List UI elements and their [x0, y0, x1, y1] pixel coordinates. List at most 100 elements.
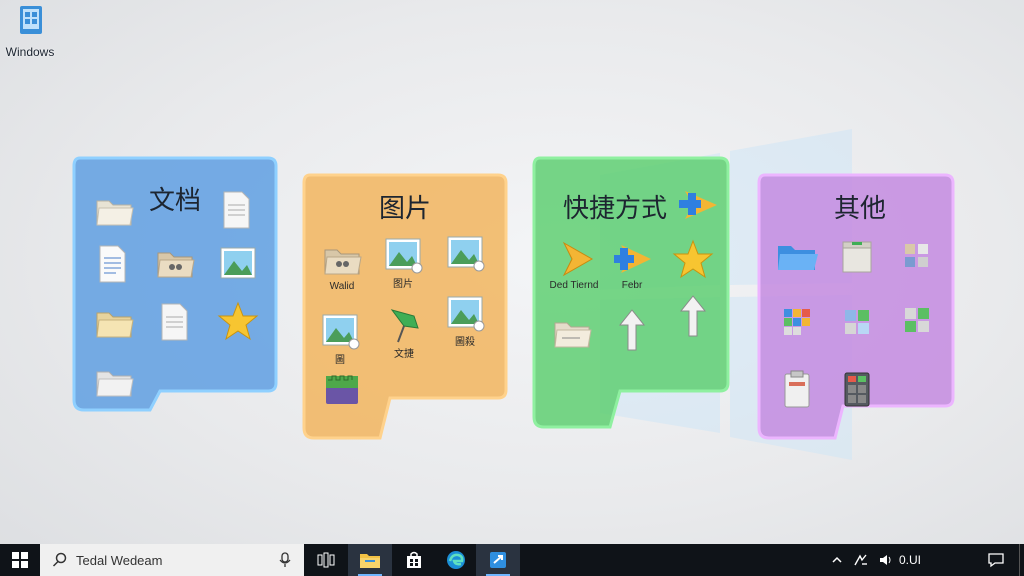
network-icon[interactable] [853, 553, 869, 567]
search-text: Tedal Wedeam [76, 552, 163, 568]
microphone-icon[interactable] [278, 552, 292, 568]
apps-grid-icon[interactable] [767, 304, 827, 340]
chevron-up-icon[interactable] [831, 555, 843, 565]
clipboard-icon [784, 370, 810, 408]
panel-shortcuts[interactable]: 快捷方式 Ded Tiernd Febr [530, 155, 740, 430]
folder-icon[interactable] [84, 191, 144, 231]
apps-grid-icon [784, 309, 810, 335]
calculator-icon [844, 372, 870, 407]
edge-icon [447, 551, 465, 569]
store-icon [407, 551, 421, 568]
document-icon [223, 191, 250, 229]
show-desktop-button[interactable] [1019, 544, 1024, 576]
shortcut-arrow-icon [668, 185, 728, 225]
file-explorer-icon [360, 554, 380, 568]
picture-icon [385, 238, 423, 274]
shortcut-arrow-icon [614, 245, 651, 273]
file-explorer-button[interactable] [348, 544, 392, 576]
apps-grid-icon[interactable] [827, 304, 887, 340]
apps-grid-icon [845, 310, 869, 334]
star-icon [217, 301, 259, 341]
icon-caption: 圖 [335, 355, 345, 366]
cloud-folder-icon[interactable] [767, 238, 827, 274]
document-icon [161, 303, 188, 341]
apps-grid-icon[interactable] [887, 238, 947, 274]
text-document-icon[interactable] [82, 243, 142, 285]
app-button[interactable] [476, 544, 520, 576]
apps-grid-icon [905, 308, 929, 332]
star-icon[interactable] [663, 239, 723, 279]
desktop-icon-windows[interactable]: Windows [2, 4, 58, 59]
system-tray: 0.UI [831, 544, 1024, 576]
users-folder-icon [324, 249, 362, 275]
cloud-folder-icon [778, 246, 818, 270]
panel-title: 其他 [833, 193, 886, 223]
folder-icon [554, 322, 592, 348]
text-document-icon [99, 245, 126, 283]
star-icon[interactable] [208, 301, 268, 341]
folder-icon [96, 312, 134, 338]
up-arrow-icon [618, 309, 646, 351]
app-icon[interactable] [312, 372, 372, 408]
apps-grid-icon [905, 244, 928, 267]
taskbar: Tedal Wedeam 0.UI [0, 544, 1024, 576]
notification-icon[interactable] [987, 552, 1005, 568]
users-folder-icon[interactable]: Walid [312, 240, 372, 292]
task-view-icon [317, 552, 335, 568]
windows-computer-icon [20, 6, 42, 34]
search-icon [52, 552, 67, 567]
folder-icon [96, 371, 134, 397]
panel-title: 图片 [378, 193, 431, 223]
apps-grid-icon[interactable] [887, 302, 947, 338]
star-icon[interactable]: Ded Tiernd [544, 239, 604, 291]
up-arrow-icon [679, 295, 707, 337]
folder-icon[interactable] [84, 362, 144, 402]
box-icon [842, 241, 872, 273]
up-arrow-icon[interactable] [602, 307, 662, 353]
app-icon [326, 375, 358, 404]
star-icon [562, 241, 594, 277]
picture-icon[interactable]: 图片 [373, 236, 433, 290]
icon-caption: 文捷 [394, 349, 414, 360]
shortcut-arrow-icon[interactable]: Febr [602, 239, 662, 291]
volume-icon[interactable] [879, 553, 893, 567]
icon-caption: Walid [329, 281, 355, 292]
desktop-icon-label: Windows [5, 45, 55, 59]
icon-caption: 圖殺 [455, 337, 475, 348]
panel-pictures[interactable]: 图片 Walid 图片 圖 文捷 圖殺 [300, 172, 510, 447]
picture-icon [220, 247, 256, 279]
box-icon[interactable] [827, 238, 887, 276]
users-folder-icon [157, 252, 195, 278]
picture-icon [322, 314, 360, 350]
star-icon [672, 239, 714, 279]
folder-icon[interactable] [542, 313, 602, 353]
task-view-button[interactable] [304, 544, 348, 576]
panel-documents[interactable]: 文档 [70, 155, 280, 430]
picture-icon [447, 236, 485, 272]
folder-icon[interactable] [84, 303, 144, 343]
pin-icon [390, 309, 419, 343]
icon-caption: Febr [621, 280, 643, 291]
picture-icon[interactable]: 圖 [310, 312, 370, 366]
users-folder-icon[interactable] [145, 243, 205, 283]
panel-other[interactable]: 其他 [755, 172, 965, 447]
windows-start-icon [12, 552, 28, 568]
up-arrow-icon[interactable] [663, 293, 723, 339]
folder-icon [96, 200, 134, 226]
document-icon[interactable] [206, 189, 266, 231]
edge-browser-button[interactable] [434, 544, 478, 576]
clipboard-icon[interactable] [767, 368, 827, 410]
start-button[interactable] [0, 544, 40, 576]
pin-icon[interactable]: 文捷 [374, 304, 434, 360]
store-button[interactable] [392, 544, 436, 576]
picture-icon[interactable] [435, 234, 495, 272]
shortcut-arrow-icon [679, 191, 717, 219]
search-box[interactable]: Tedal Wedeam [40, 544, 304, 576]
document-icon[interactable] [144, 301, 204, 343]
calculator-icon[interactable] [827, 368, 887, 410]
app-icon [490, 552, 506, 568]
tray-clock[interactable]: 0.UI [899, 553, 921, 567]
picture-icon[interactable]: 圖殺 [435, 294, 495, 348]
picture-icon[interactable] [208, 243, 268, 283]
icon-caption: 图片 [393, 279, 413, 290]
